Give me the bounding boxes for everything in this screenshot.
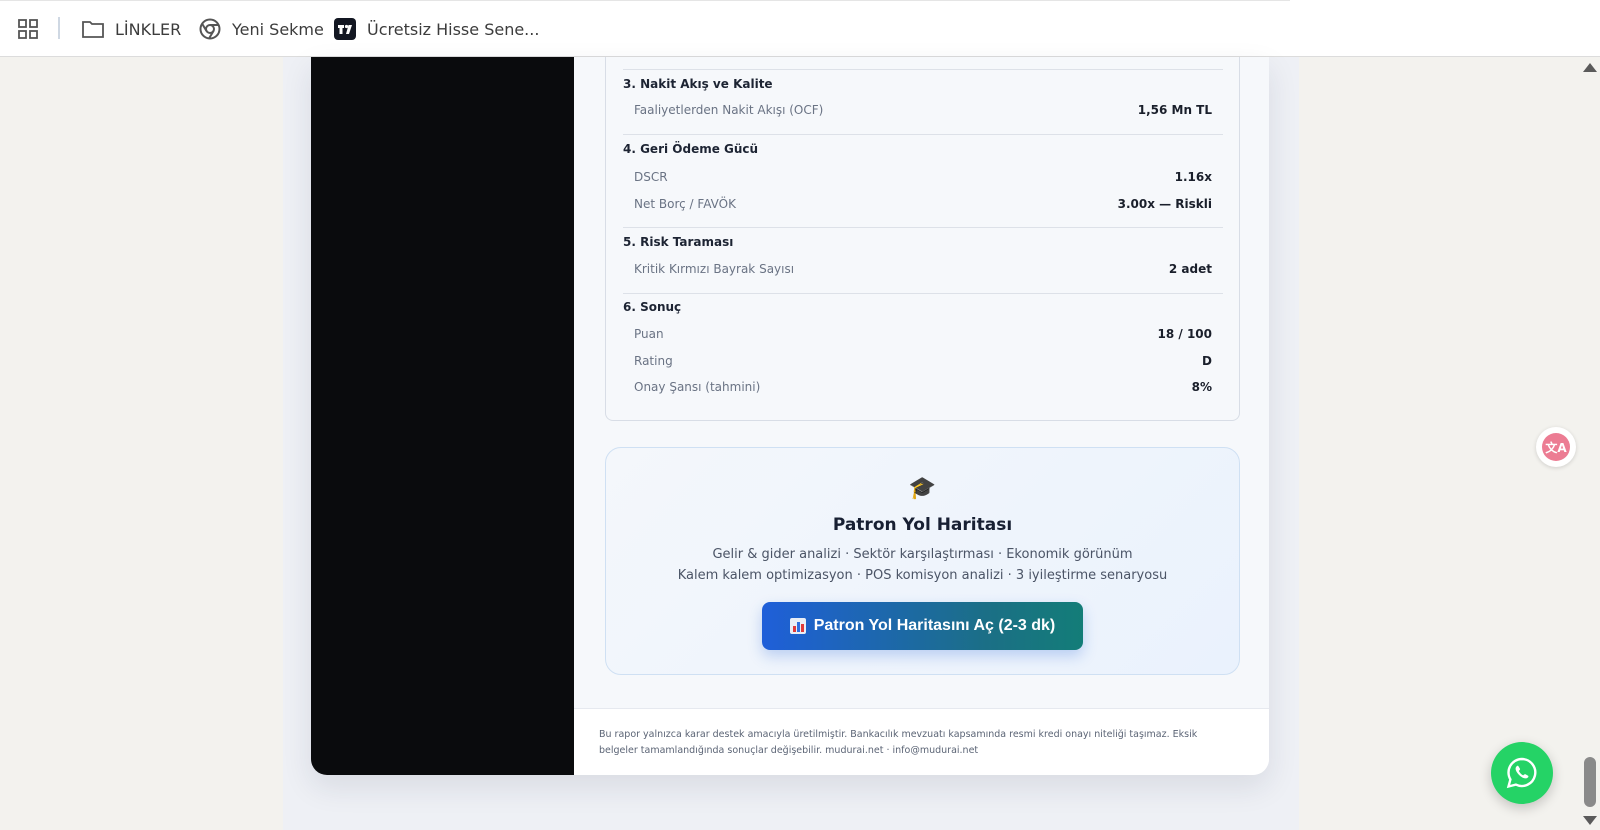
metric-label: Faaliyetlerden Nakit Akışı (OCF)	[634, 103, 824, 117]
bookmark-label: Yeni Sekme	[232, 19, 324, 39]
section-title: 3. Nakit Akış ve Kalite	[623, 77, 773, 91]
section-divider	[623, 134, 1223, 135]
scrollbar-thumb[interactable]	[1584, 757, 1596, 807]
folder-icon	[81, 17, 105, 41]
open-roadmap-button[interactable]: Patron Yol Haritasını Aç (2-3 dk)	[762, 602, 1083, 650]
promo-description-line-2: Kalem kalem optimizasyon · POS komisyon …	[677, 568, 1168, 583]
metric-label: Onay Şansı (tahmini)	[634, 380, 761, 394]
apps-grid-icon[interactable]	[18, 19, 38, 39]
bookmarks-top-border	[0, 0, 1290, 1]
bookmark-label: Ücretsiz Hisse Sene...	[367, 19, 540, 39]
metric-label: Rating	[634, 354, 673, 368]
metric-label: DSCR	[634, 170, 668, 184]
whatsapp-button[interactable]	[1491, 742, 1553, 804]
metric-value: 1,56 Mn TL	[1137, 103, 1212, 117]
metric-row: Puan 18 / 100	[634, 327, 1212, 341]
metric-value: 2 adet	[1168, 262, 1212, 276]
chrome-icon	[198, 17, 222, 41]
open-roadmap-button-label: Patron Yol Haritasını Aç (2-3 dk)	[813, 617, 1056, 634]
disclaimer-text: Bu rapor yalnızca karar destek amacıyla …	[599, 729, 1198, 756]
section-divider	[623, 293, 1223, 294]
scroll-down-arrow-icon[interactable]	[1583, 816, 1597, 825]
bookmarks-separator	[58, 17, 60, 39]
metric-row: Faaliyetlerden Nakit Akışı (OCF) 1,56 Mn…	[634, 103, 1212, 117]
left-panel	[311, 57, 574, 775]
metric-label: Puan	[634, 327, 664, 341]
graduation-cap-icon: 🎓	[908, 476, 937, 501]
metric-value: 18 / 100	[1157, 327, 1213, 341]
section-title: 5. Risk Taraması	[623, 235, 734, 249]
section-divider	[623, 227, 1223, 228]
metrics-box: 3. Nakit Akış ve Kalite Faaliyetlerden N…	[605, 57, 1240, 421]
report-card: 3. Nakit Akış ve Kalite Faaliyetlerden N…	[311, 57, 1269, 775]
section-title: 6. Sonuç	[623, 300, 682, 314]
metric-label: Net Borç / FAVÖK	[634, 197, 736, 211]
translate-icon: 文A	[1542, 433, 1570, 461]
page-scrollbar[interactable]	[1580, 57, 1600, 830]
section-divider	[623, 69, 1223, 70]
tradingview-icon	[333, 17, 357, 41]
metric-row: DSCR 1.16x	[634, 170, 1212, 184]
report-footer: Bu rapor yalnızca karar destek amacıyla …	[574, 708, 1269, 775]
metric-label: Kritik Kırmızı Bayrak Sayısı	[634, 262, 795, 276]
roadmap-promo-card: 🎓 Patron Yol Haritası Gelir & gider anal…	[605, 447, 1240, 675]
metric-row: Onay Şansı (tahmini) 8%	[634, 380, 1212, 394]
bookmark-linkler[interactable]: LİNKLER	[81, 14, 181, 44]
metric-value: 1.16x	[1174, 170, 1212, 184]
metric-row: Net Borç / FAVÖK 3.00x — Riskli	[634, 197, 1212, 211]
bookmarks-bar: LİNKLER Yeni Sekme Ücretsiz Hisse Sene..…	[0, 0, 1600, 57]
metric-row: Kritik Kırmızı Bayrak Sayısı 2 adet	[634, 262, 1212, 276]
scroll-up-arrow-icon[interactable]	[1583, 63, 1597, 72]
bar-chart-icon	[789, 618, 806, 634]
metric-value: 3.00x — Riskli	[1117, 197, 1212, 211]
metric-row: Rating D	[634, 354, 1212, 368]
section-title: 4. Geri Ödeme Gücü	[623, 142, 759, 156]
whatsapp-icon	[1506, 757, 1537, 789]
bookmark-label: LİNKLER	[115, 19, 182, 39]
translate-widget-button[interactable]: 文A	[1536, 427, 1576, 467]
metric-value: D	[1202, 354, 1212, 368]
promo-title: Patron Yol Haritası	[832, 515, 1013, 535]
report-content: 3. Nakit Akış ve Kalite Faaliyetlerden N…	[574, 57, 1269, 775]
metric-value: 8%	[1191, 380, 1212, 394]
bookmark-yeni-sekme[interactable]: Yeni Sekme	[198, 14, 324, 44]
promo-description-line-1: Gelir & gider analizi · Sektör karşılaşt…	[712, 547, 1133, 562]
bookmark-ucretsiz-hisse[interactable]: Ücretsiz Hisse Sene...	[333, 14, 539, 44]
